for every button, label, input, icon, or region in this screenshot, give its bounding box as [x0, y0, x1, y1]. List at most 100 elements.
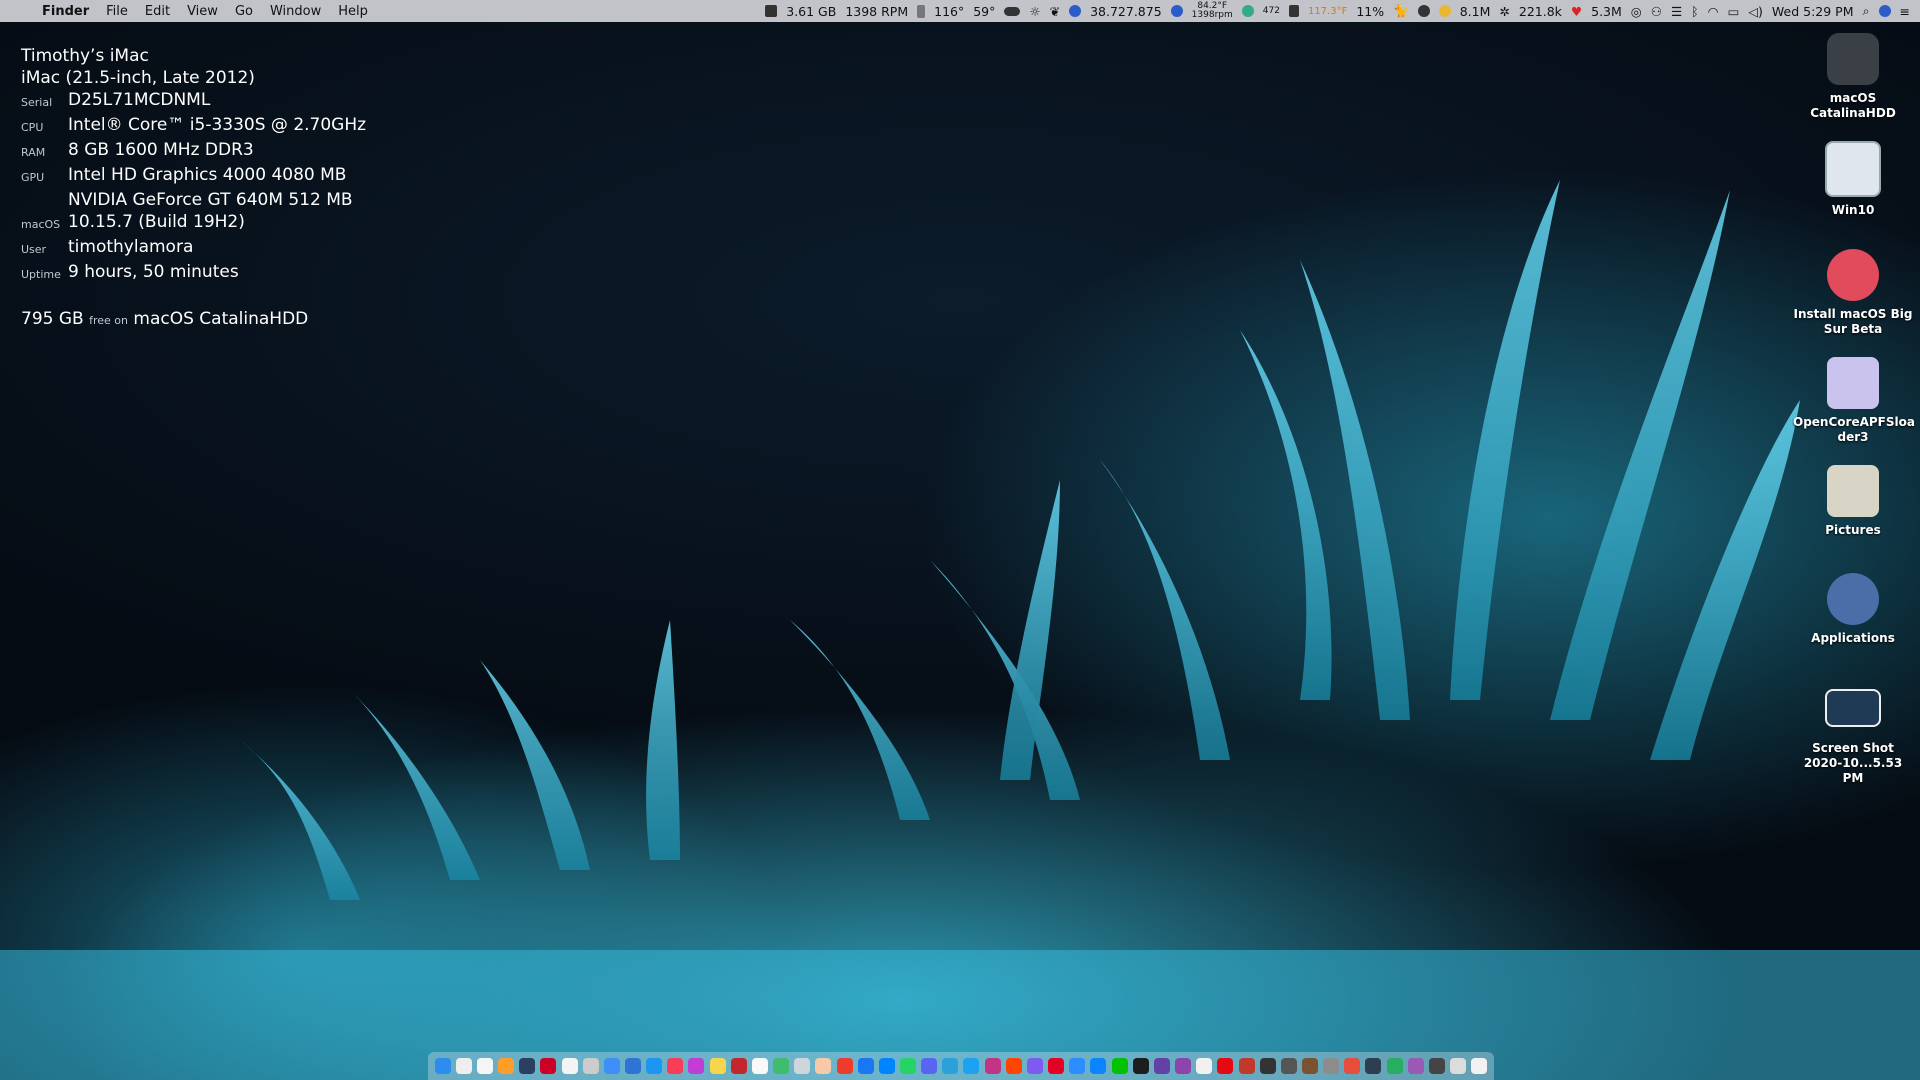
face-icon[interactable] — [1438, 5, 1451, 17]
bug-icon[interactable]: ✲ — [1499, 4, 1509, 19]
dock-app-icon[interactable] — [984, 1058, 1001, 1074]
dock-app-icon[interactable] — [688, 1058, 705, 1074]
menu-edit[interactable]: Edit — [145, 4, 170, 19]
menu-help[interactable]: Help — [338, 4, 368, 19]
dock-app-icon[interactable] — [519, 1058, 536, 1074]
dock-app-icon[interactable] — [900, 1058, 917, 1074]
dock-app-icon[interactable] — [878, 1058, 895, 1074]
desktop-icon-macos-catalinahdd[interactable]: macOS CatalinaHDD — [1793, 33, 1913, 121]
dock-app-icon[interactable] — [1005, 1058, 1022, 1074]
moon-icon[interactable] — [1417, 5, 1430, 17]
pie-chart-icon[interactable] — [1241, 5, 1254, 17]
brightness-icon[interactable]: ☼ — [1029, 4, 1040, 19]
count-readout[interactable]: 472 — [1263, 6, 1280, 16]
dock-app-icon[interactable] — [603, 1058, 620, 1074]
dock-app-icon[interactable] — [1301, 1058, 1318, 1074]
dock-app-icon[interactable] — [709, 1058, 726, 1074]
dock-app-icon[interactable] — [667, 1058, 684, 1074]
dock-app-icon[interactable] — [1344, 1058, 1361, 1074]
dock-app-icon[interactable] — [1386, 1058, 1403, 1074]
dock-app-icon[interactable] — [773, 1058, 790, 1074]
document-icon[interactable] — [1288, 5, 1299, 17]
globe-icon[interactable] — [1069, 5, 1082, 17]
dock-app-icon[interactable] — [434, 1058, 451, 1074]
dock-app-icon[interactable] — [1259, 1058, 1276, 1074]
dock-app-icon[interactable] — [646, 1058, 663, 1074]
cat-icon[interactable]: 🐈 — [1393, 3, 1409, 19]
spotlight-icon[interactable]: ⌕ — [1863, 3, 1870, 19]
dock-app-icon[interactable] — [1280, 1058, 1297, 1074]
menu-finder[interactable]: Finder — [42, 4, 89, 19]
percent-readout[interactable]: 11% — [1356, 4, 1384, 19]
menu-go[interactable]: Go — [235, 4, 253, 19]
dock-app-icon[interactable] — [942, 1058, 959, 1074]
siri-icon[interactable] — [1878, 5, 1891, 17]
dock-app-icon[interactable] — [1069, 1058, 1086, 1074]
desktop-icon-screenshot[interactable]: Screen Shot 2020-10...5.53 PM — [1793, 681, 1913, 786]
dock-app-icon[interactable] — [1090, 1058, 1107, 1074]
desktop-icon-opencore[interactable]: OpenCoreAPFSloa der3 — [1793, 357, 1915, 445]
dock-app-icon[interactable] — [1175, 1058, 1192, 1074]
spiral-icon[interactable]: ◎ — [1631, 4, 1642, 19]
dock-app-icon[interactable] — [815, 1058, 832, 1074]
control-center-icon[interactable]: ☰ — [1671, 4, 1682, 19]
dock-app-icon[interactable] — [794, 1058, 811, 1074]
weather-temp-readout[interactable]: 59° — [973, 4, 995, 19]
dock-app-icon[interactable] — [498, 1058, 515, 1074]
desktop-icon-install-macos[interactable]: Install macOS Big Sur Beta — [1793, 249, 1913, 337]
sensor-icon[interactable] — [1170, 5, 1183, 17]
dock-app-icon[interactable] — [561, 1058, 578, 1074]
dock-app-icon[interactable] — [476, 1058, 493, 1074]
stocks-readout[interactable]: 38.727.875 — [1090, 4, 1162, 19]
clock[interactable]: Wed 5:29 PM — [1772, 4, 1854, 19]
dock-app-icon[interactable] — [1238, 1058, 1255, 1074]
dock-app-icon[interactable] — [624, 1058, 641, 1074]
heart-icon[interactable]: ♥ — [1571, 4, 1582, 19]
stat3-readout[interactable]: 5.3M — [1591, 4, 1622, 19]
dock-app-icon[interactable] — [1407, 1058, 1424, 1074]
stat2-readout[interactable]: 221.8k — [1519, 4, 1562, 19]
bluetooth-icon[interactable]: ᛒ — [1691, 4, 1699, 19]
dock-app-icon[interactable] — [1450, 1058, 1467, 1074]
leaf-icon[interactable]: ❦ — [1050, 4, 1060, 19]
dock-app-icon[interactable] — [1196, 1058, 1213, 1074]
desktop-icon-win10[interactable]: Win10 — [1793, 141, 1913, 218]
orange-temp-readout[interactable]: 117.3°F — [1308, 6, 1347, 17]
airplay-icon[interactable]: ▭ — [1728, 4, 1740, 19]
stat1-readout[interactable]: 8.1M — [1460, 4, 1491, 19]
cpu-temp-readout[interactable]: 116° — [934, 4, 964, 19]
dock-app-icon[interactable] — [1153, 1058, 1170, 1074]
dock-app-icon[interactable] — [1365, 1058, 1382, 1074]
fan-readout[interactable]: 1398 RPM — [845, 4, 908, 19]
dock-app-icon[interactable] — [540, 1058, 557, 1074]
dock-app-icon[interactable] — [963, 1058, 980, 1074]
menu-file[interactable]: File — [106, 4, 128, 19]
battery-icon[interactable] — [917, 4, 926, 18]
dock-app-icon[interactable] — [921, 1058, 938, 1074]
dock-app-icon[interactable] — [730, 1058, 747, 1074]
dock-app-icon[interactable] — [1048, 1058, 1065, 1074]
dock-app-icon[interactable] — [751, 1058, 768, 1074]
user-icon[interactable]: ⚇ — [1651, 4, 1662, 19]
cloud-icon[interactable] — [1004, 6, 1021, 16]
menu-window[interactable]: Window — [270, 4, 321, 19]
dock-app-icon[interactable] — [582, 1058, 599, 1074]
dock-app-icon[interactable] — [1111, 1058, 1128, 1074]
wifi-icon[interactable]: ◠ — [1708, 4, 1719, 19]
sensor-readout[interactable]: 84.2°F 1398rpm — [1192, 2, 1233, 20]
dock-app-icon[interactable] — [1132, 1058, 1149, 1074]
dock-app-icon[interactable] — [836, 1058, 853, 1074]
volume-icon[interactable]: ◁) — [1748, 4, 1763, 19]
dock-app-icon[interactable] — [1323, 1058, 1340, 1074]
dock-app-icon[interactable] — [1026, 1058, 1043, 1074]
memory-readout[interactable]: 3.61 GB — [786, 4, 836, 19]
desktop-icon-pictures[interactable]: Pictures — [1793, 465, 1913, 538]
notification-center-icon[interactable]: ≡ — [1900, 4, 1910, 19]
menu-view[interactable]: View — [187, 4, 218, 19]
dock-app-icon[interactable] — [1471, 1058, 1488, 1074]
dock-app-icon[interactable] — [455, 1058, 472, 1074]
memory-icon[interactable] — [765, 5, 778, 17]
dock-app-icon[interactable] — [1428, 1058, 1445, 1074]
dock-app-icon[interactable] — [1217, 1058, 1234, 1074]
dock-app-icon[interactable] — [857, 1058, 874, 1074]
